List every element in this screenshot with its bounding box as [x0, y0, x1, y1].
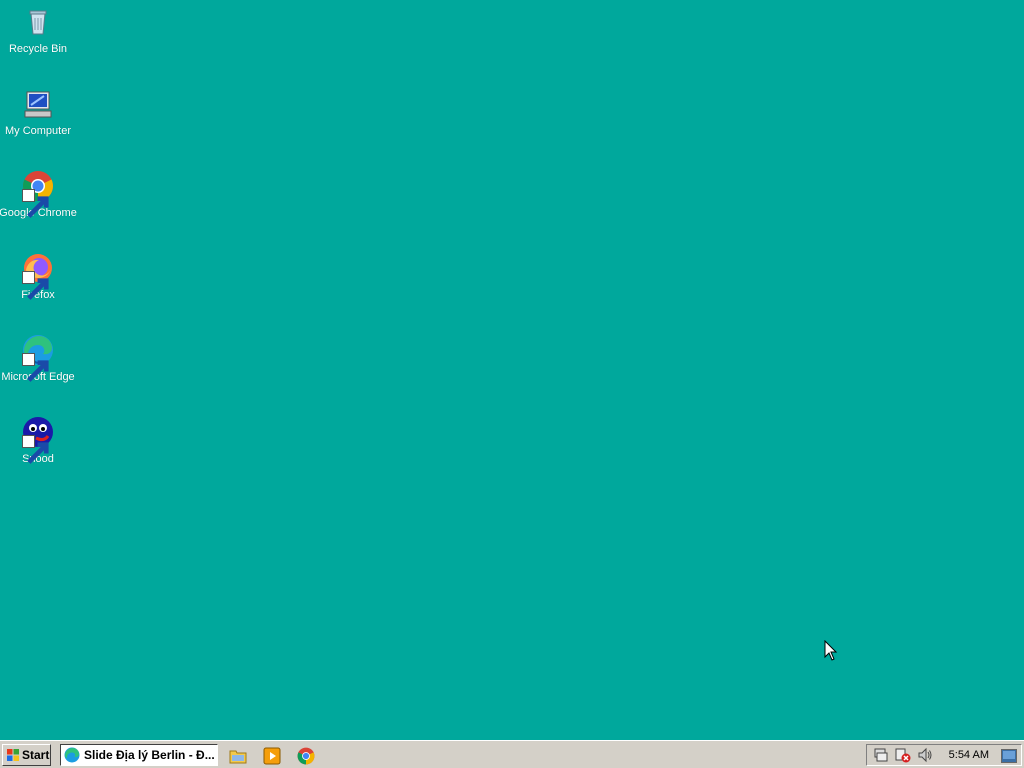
network-icon[interactable]	[873, 747, 889, 763]
security-alert-icon[interactable]	[895, 747, 911, 763]
system-tray: 5:54 AM	[866, 744, 1022, 766]
desktop-icon-label: Recycle Bin	[8, 43, 68, 55]
show-desktop-icon[interactable]	[1001, 749, 1017, 763]
recycle-bin-icon	[22, 6, 54, 38]
media-player-icon	[263, 747, 281, 765]
clock[interactable]: 5:54 AM	[949, 749, 989, 761]
windows-flag-icon	[7, 749, 19, 761]
edge-icon	[64, 747, 80, 763]
volume-icon[interactable]	[917, 747, 933, 763]
snood-icon	[22, 416, 54, 464]
chrome-icon	[297, 747, 315, 765]
firefox-icon	[22, 252, 54, 300]
quicklaunch-chrome[interactable]	[297, 747, 315, 765]
shortcut-arrow-icon	[22, 189, 49, 218]
edge-icon	[22, 334, 54, 382]
start-label: Start	[22, 748, 50, 762]
desktop-icon-my-computer[interactable]: My Computer	[0, 82, 76, 152]
folder-icon	[229, 750, 247, 764]
quicklaunch-media-player[interactable]	[263, 747, 281, 765]
desktop[interactable]: Recycle Bin My Computer Google Chrome Fi…	[0, 0, 1024, 740]
shortcut-arrow-icon	[22, 435, 49, 464]
desktop-icon-microsoft-edge[interactable]: Microsoft Edge	[0, 328, 76, 398]
shortcut-arrow-icon	[22, 271, 49, 300]
taskbar-window-label: Slide Địa lý Berlin - Đ...	[84, 748, 215, 762]
chrome-icon	[22, 170, 54, 218]
start-button[interactable]: Start	[2, 744, 51, 766]
quicklaunch-explorer[interactable]	[229, 747, 247, 765]
desktop-icon-label: My Computer	[4, 125, 72, 137]
mouse-cursor-icon	[824, 640, 838, 661]
shortcut-arrow-icon	[22, 353, 49, 382]
desktop-icon-recycle-bin[interactable]: Recycle Bin	[0, 0, 76, 70]
taskbar-window-button[interactable]: Slide Địa lý Berlin - Đ...	[60, 744, 218, 766]
desktop-icon-snood[interactable]: Snood	[0, 410, 76, 480]
desktop-icon-google-chrome[interactable]: Google Chrome	[0, 164, 77, 234]
desktop-icon-firefox[interactable]: Firefox	[0, 246, 76, 316]
taskbar: Start Slide Địa lý Berlin - Đ... 5:54 AM	[0, 740, 1024, 768]
my-computer-icon	[22, 88, 54, 120]
